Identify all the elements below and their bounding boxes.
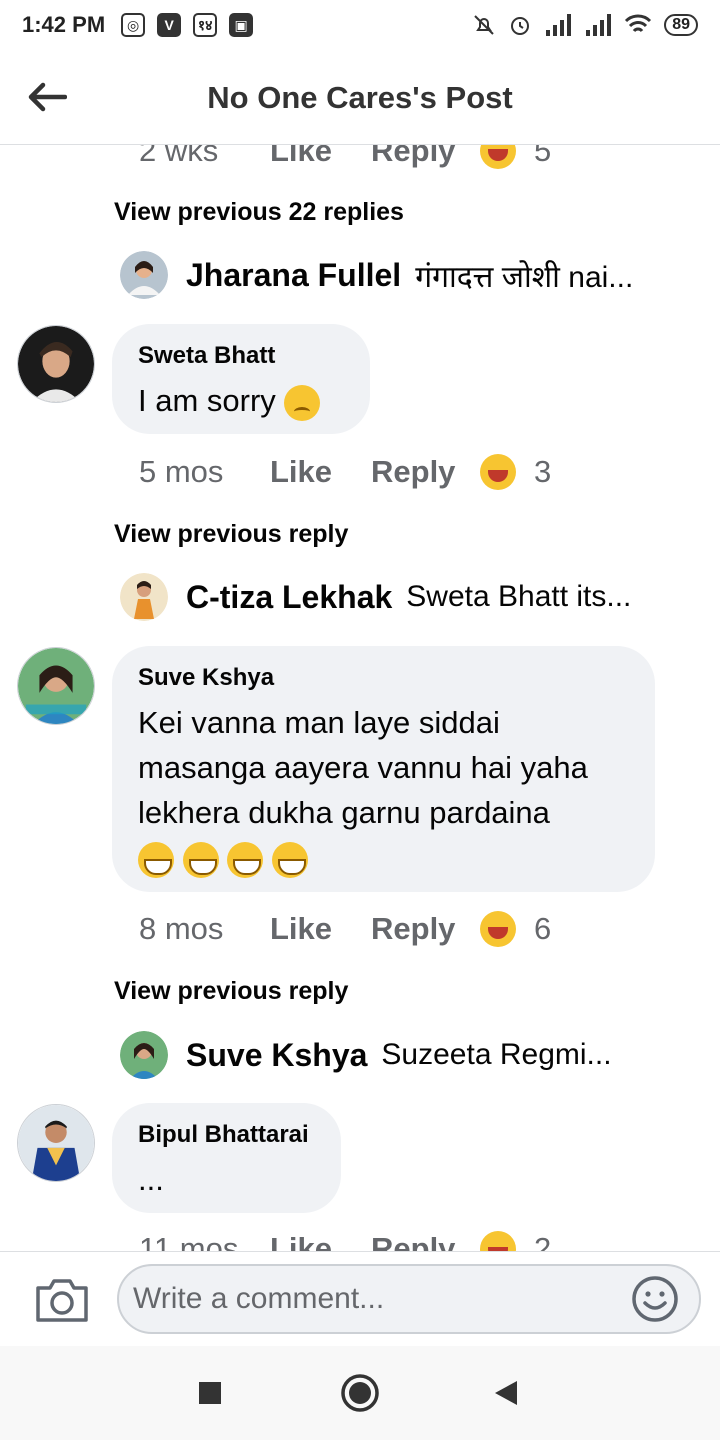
camera-button[interactable] <box>34 1276 90 1324</box>
reply-author[interactable]: Suve Kshya <box>186 1037 367 1074</box>
like-button[interactable]: Like <box>270 911 371 947</box>
grinning-sweat-emoji-icon <box>271 841 308 878</box>
grinning-sweat-emoji-icon <box>182 841 219 878</box>
battery-indicator: 89 <box>664 14 698 36</box>
reply-preview[interactable]: Jharana Fullel गंगादत्त जोशी nai... <box>120 251 660 299</box>
app-icon: ▣ <box>229 13 254 37</box>
comment-list[interactable]: 2 wks Like Reply 5 View previous 22 repl… <box>0 145 720 1251</box>
grinning-sweat-emoji-icon <box>227 841 264 878</box>
reply-button[interactable]: Reply <box>371 911 480 947</box>
app-header: No One Cares's Post <box>0 50 720 145</box>
reply-snippet: Sweta Bhatt its... <box>406 580 632 613</box>
page-title: No One Cares's Post <box>207 80 513 115</box>
comment-bubble[interactable]: Bipul Bhattarai ... <box>112 1103 341 1213</box>
camera-icon <box>36 1279 88 1322</box>
comment-time: 11 mos <box>139 1231 239 1251</box>
comment-meta-row: 5 mos Like Reply 3 <box>139 454 551 490</box>
comment-text: ... <box>138 1162 164 1197</box>
haha-reaction-icon <box>480 454 516 490</box>
reaction-count[interactable]: 5 <box>534 145 551 169</box>
system-nav-bar <box>0 1346 720 1440</box>
comment-meta-row: 2 wks Like Reply 5 <box>139 145 551 169</box>
comment-text: I am sorry <box>138 378 344 423</box>
comment-bubble[interactable]: Sweta Bhatt I am sorry <box>112 324 370 434</box>
like-button[interactable]: Like <box>270 454 371 490</box>
status-time: 1:42 PM <box>22 12 106 37</box>
wifi-icon <box>625 14 652 33</box>
signal-icon <box>546 14 572 36</box>
comment-time: 5 mos <box>139 454 224 489</box>
back-nav-button[interactable] <box>483 1370 529 1416</box>
avatar <box>120 251 168 299</box>
triangle-back-icon <box>495 1381 517 1405</box>
reply-button[interactable]: Reply <box>371 145 480 169</box>
instagram-icon: ◎ <box>121 13 146 37</box>
comment-text: Kei vanna man laye siddai masanga aayera… <box>138 700 629 880</box>
circle-home-icon <box>341 1374 379 1412</box>
comment-bubble[interactable]: Suve Kshya Kei vanna man laye siddai mas… <box>112 646 655 892</box>
comment-time: 8 mos <box>139 911 224 946</box>
comment-time: 2 wks <box>139 145 219 168</box>
reply-preview[interactable]: Suve Kshya Suzeeta Regmi... <box>120 1031 660 1079</box>
comment-meta-row: 8 mos Like Reply 6 <box>139 911 551 947</box>
reaction-count[interactable]: 3 <box>534 454 551 490</box>
reply-preview[interactable]: C-tiza Lekhak Sweta Bhatt its... <box>120 573 660 621</box>
haha-reaction-icon <box>480 1231 516 1251</box>
comment-author[interactable]: Suve Kshya <box>138 664 629 692</box>
recents-button[interactable] <box>187 1370 233 1416</box>
emoji-button[interactable] <box>630 1274 680 1324</box>
reaction-count[interactable]: 2 <box>534 1231 551 1251</box>
avatar <box>120 1031 168 1079</box>
like-button[interactable]: Like <box>270 145 371 169</box>
view-previous-replies-link[interactable]: View previous reply <box>114 977 348 1006</box>
comment-author[interactable]: Sweta Bhatt <box>138 342 344 370</box>
view-previous-replies-link[interactable]: View previous reply <box>114 520 348 549</box>
reaction-count[interactable]: 6 <box>534 911 551 947</box>
smiley-icon <box>632 1276 678 1322</box>
comment-meta-row: 11 mos Like Reply 2 <box>139 1231 551 1251</box>
like-button[interactable]: Like <box>270 1231 371 1251</box>
notifications-off-icon <box>474 15 494 35</box>
reply-button[interactable]: Reply <box>371 1231 480 1251</box>
reply-author[interactable]: Jharana Fullel <box>186 257 401 294</box>
alarm-icon <box>511 17 530 35</box>
view-previous-replies-link[interactable]: View previous 22 replies <box>114 198 404 227</box>
nepali-date-icon: १४ <box>193 13 218 37</box>
sad-face-emoji-icon <box>284 384 321 421</box>
reply-button[interactable]: Reply <box>371 454 480 490</box>
reply-snippet: Suzeeta Regmi... <box>381 1038 612 1071</box>
avatar <box>120 573 168 621</box>
signal-icon-2 <box>586 14 612 36</box>
avatar[interactable] <box>17 647 95 725</box>
comment-input[interactable] <box>117 1264 701 1334</box>
reply-snippet: गंगादत्त जोशी nai... <box>415 260 634 294</box>
comment-composer <box>0 1251 720 1346</box>
square-icon <box>199 1382 221 1404</box>
emoji-row <box>138 835 629 880</box>
reply-author[interactable]: C-tiza Lekhak <box>186 579 392 616</box>
home-button[interactable] <box>337 1370 383 1416</box>
status-bar: 1:42 PM ◎ V १४ ▣ 89 <box>0 0 720 50</box>
viber-icon: V <box>157 13 182 37</box>
comment-author[interactable]: Bipul Bhattarai <box>138 1121 315 1149</box>
avatar[interactable] <box>17 325 95 403</box>
grinning-sweat-emoji-icon <box>138 841 174 878</box>
haha-reaction-icon <box>480 145 516 169</box>
haha-reaction-icon <box>480 911 516 947</box>
avatar[interactable] <box>17 1104 95 1182</box>
